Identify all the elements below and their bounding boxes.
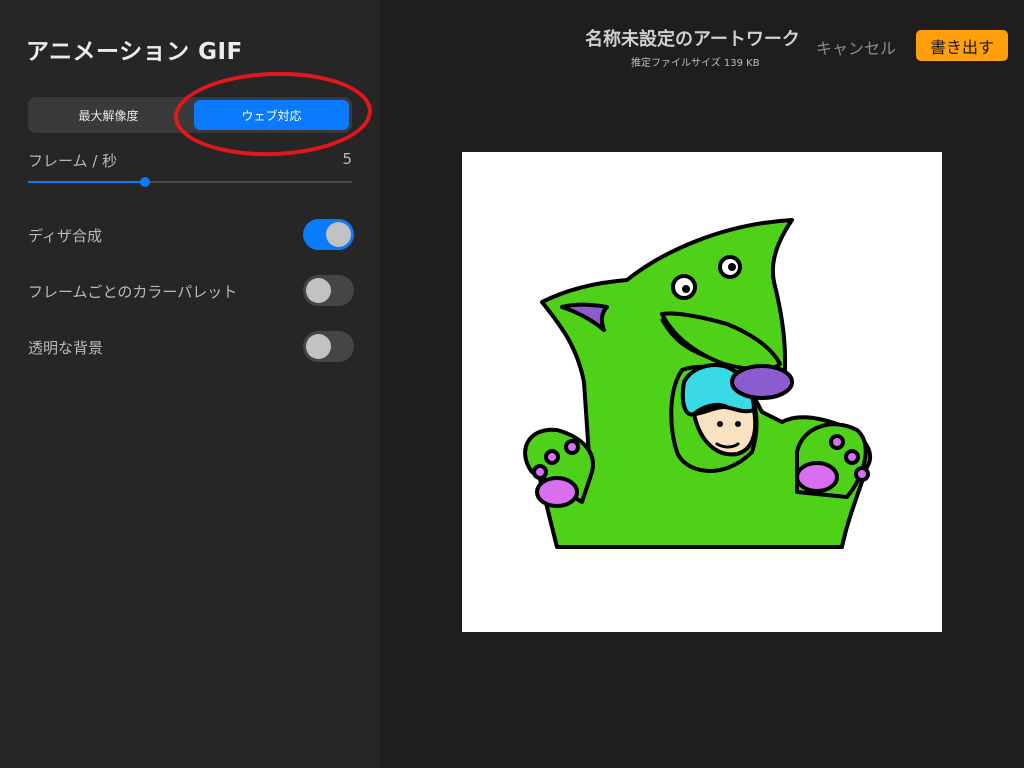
toe-pad xyxy=(544,449,560,465)
per-frame-palette-toggle[interactable] xyxy=(303,275,354,306)
face-eye xyxy=(717,421,723,427)
segment-max-resolution[interactable]: 最大解像度 xyxy=(31,100,186,130)
per-frame-palette-label: フレームごとのカラーパレット xyxy=(28,283,238,301)
transparent-background-toggle[interactable] xyxy=(303,331,354,362)
toe-pad xyxy=(564,439,580,455)
toe-pad xyxy=(854,466,870,482)
toggle-knob xyxy=(306,278,331,303)
toggle-knob xyxy=(306,334,331,359)
fps-slider-thumb[interactable] xyxy=(139,177,150,187)
panel-title: アニメーション GIF xyxy=(26,39,243,65)
toggle-knob xyxy=(326,222,351,247)
settings-sidebar: アニメーション GIF 最大解像度 ウェブ対応 フレーム / 秒 5 ディザ合成… xyxy=(0,0,380,768)
resolution-segmented-control[interactable]: 最大解像度 ウェブ対応 xyxy=(28,97,352,133)
dither-label: ディザ合成 xyxy=(28,227,102,245)
paw-pad xyxy=(535,476,579,508)
creature-illustration xyxy=(523,218,873,549)
nose xyxy=(730,364,794,400)
paw-pad xyxy=(795,461,839,493)
fps-slider-fill xyxy=(28,181,145,183)
segment-web-ready[interactable]: ウェブ対応 xyxy=(194,100,349,130)
face-eye xyxy=(735,421,741,427)
pupil xyxy=(728,263,736,271)
estimated-file-size: 推定ファイルサイズ 139 KB xyxy=(631,58,760,69)
fps-slider[interactable] xyxy=(28,177,352,187)
export-button[interactable]: 書き出す xyxy=(916,30,1008,61)
toe-pad xyxy=(829,434,845,450)
transparent-background-label: 透明な背景 xyxy=(28,339,104,357)
fps-value: 5 xyxy=(342,150,352,168)
artwork-title: 名称未設定のアートワーク xyxy=(585,29,800,50)
dither-toggle[interactable] xyxy=(303,219,354,250)
toe-pad xyxy=(844,449,860,465)
pupil xyxy=(682,285,690,293)
toe-pad xyxy=(532,464,548,480)
cancel-button[interactable]: キャンセル xyxy=(816,35,896,59)
artwork-preview xyxy=(462,152,942,632)
fps-label: フレーム / 秒 xyxy=(28,152,118,170)
